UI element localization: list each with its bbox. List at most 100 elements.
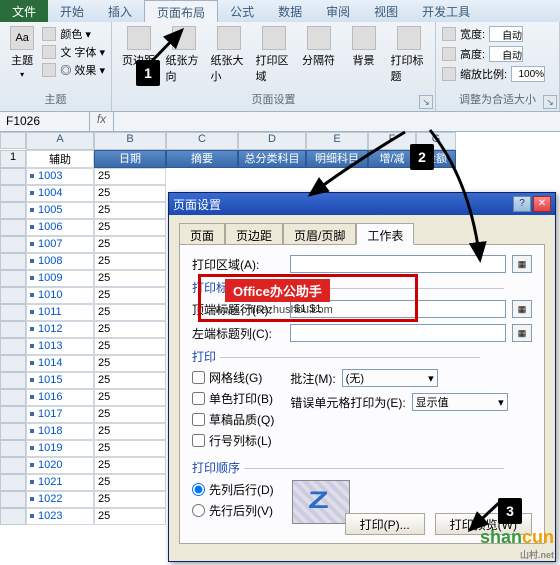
page-setup-dialog-launcher[interactable]: ↘ [419, 95, 433, 109]
formula-input[interactable] [114, 112, 560, 131]
size-button[interactable]: 纸张大小 [211, 26, 247, 89]
cell[interactable]: 1023 [26, 508, 94, 525]
tab-review[interactable]: 审阅 [314, 0, 362, 22]
cell[interactable]: 25 [94, 168, 166, 185]
cell[interactable]: 1019 [26, 440, 94, 457]
print-area-input[interactable] [290, 255, 506, 273]
fx-button[interactable]: fx [90, 112, 114, 131]
cell[interactable]: 1020 [26, 457, 94, 474]
row-header[interactable] [0, 236, 26, 253]
row-header[interactable] [0, 168, 26, 185]
cell[interactable]: 1008 [26, 253, 94, 270]
bw-checkbox[interactable] [192, 392, 205, 405]
errors-combo[interactable]: 显示值▾ [412, 393, 508, 411]
row-header[interactable] [0, 406, 26, 423]
dialog-close-button[interactable]: ✕ [533, 196, 551, 212]
cell[interactable]: 25 [94, 440, 166, 457]
col-header-d[interactable]: D [238, 132, 306, 150]
comments-combo[interactable]: (无)▾ [342, 369, 438, 387]
col-header-a[interactable]: A [26, 132, 94, 150]
scale-input[interactable] [511, 66, 545, 82]
row-header[interactable] [0, 304, 26, 321]
cell[interactable]: 1014 [26, 355, 94, 372]
draft-checkbox[interactable] [192, 413, 205, 426]
cell[interactable]: 1005 [26, 202, 94, 219]
dlg-tab-headerfooter[interactable]: 页眉/页脚 [283, 223, 356, 245]
background-button[interactable]: 背景 [346, 26, 382, 89]
tab-page-layout[interactable]: 页面布局 [144, 0, 218, 22]
effects-button[interactable]: ◎ 效果 ▾ [42, 62, 105, 78]
orientation-button[interactable]: 纸张方向 [166, 26, 202, 89]
row-header[interactable] [0, 474, 26, 491]
fonts-button[interactable]: 文 字体 ▾ [42, 44, 105, 60]
cell[interactable]: 25 [94, 338, 166, 355]
cell[interactable]: 1022 [26, 491, 94, 508]
breaks-button[interactable]: 分隔符 [301, 26, 337, 89]
row-header[interactable] [0, 287, 26, 304]
cell[interactable]: 1007 [26, 236, 94, 253]
tab-developer[interactable]: 开发工具 [410, 0, 482, 22]
header-detail[interactable]: 明细科目 [306, 150, 368, 168]
col-header-f[interactable]: F [368, 132, 416, 150]
cell[interactable]: 1010 [26, 287, 94, 304]
row-header[interactable] [0, 457, 26, 474]
dlg-tab-margins[interactable]: 页边距 [225, 223, 283, 245]
rowcol-checkbox[interactable] [192, 434, 205, 447]
print-area-ref-button[interactable]: ▦ [512, 255, 532, 273]
tab-view[interactable]: 视图 [362, 0, 410, 22]
height-input[interactable] [489, 46, 523, 62]
cell[interactable]: 1009 [26, 270, 94, 287]
row-header[interactable] [0, 338, 26, 355]
row-header[interactable] [0, 202, 26, 219]
tab-file[interactable]: 文件 [0, 0, 48, 22]
header-account[interactable]: 总分类科目 [238, 150, 306, 168]
select-all-corner[interactable] [0, 132, 26, 149]
order-down-radio[interactable] [192, 483, 205, 496]
cell[interactable]: 1013 [26, 338, 94, 355]
left-cols-ref-button[interactable]: ▦ [512, 324, 532, 342]
dialog-titlebar[interactable]: 页面设置 ? ✕ [169, 193, 555, 215]
cell[interactable]: 25 [94, 185, 166, 202]
cell[interactable]: 1015 [26, 372, 94, 389]
gridlines-checkbox[interactable] [192, 371, 205, 384]
row-header-1[interactable]: 1 [0, 150, 26, 168]
cell[interactable]: 25 [94, 287, 166, 304]
cell[interactable]: 25 [94, 372, 166, 389]
cell[interactable]: 1017 [26, 406, 94, 423]
left-cols-input[interactable] [290, 324, 506, 342]
tab-formulas[interactable]: 公式 [218, 0, 266, 22]
cell[interactable]: 25 [94, 236, 166, 253]
dlg-tab-page[interactable]: 页面 [179, 223, 225, 245]
order-over-radio[interactable] [192, 504, 205, 517]
cell[interactable]: 25 [94, 406, 166, 423]
cell[interactable]: 1011 [26, 304, 94, 321]
cell[interactable]: 25 [94, 202, 166, 219]
cell[interactable]: 25 [94, 270, 166, 287]
col-header-b[interactable]: B [94, 132, 166, 150]
cell[interactable]: 25 [94, 321, 166, 338]
row-header[interactable] [0, 372, 26, 389]
row-header[interactable] [0, 321, 26, 338]
row-header[interactable] [0, 491, 26, 508]
row-header[interactable] [0, 185, 26, 202]
cell[interactable]: 1004 [26, 185, 94, 202]
cell[interactable]: 25 [94, 474, 166, 491]
header-incdec[interactable]: 增/减 [368, 150, 416, 168]
cell[interactable]: 25 [94, 457, 166, 474]
cell[interactable]: 25 [94, 423, 166, 440]
cell[interactable]: 1016 [26, 389, 94, 406]
header-summary[interactable]: 摘要 [166, 150, 238, 168]
col-header-c[interactable]: C [166, 132, 238, 150]
row-header[interactable] [0, 440, 26, 457]
row-header[interactable] [0, 389, 26, 406]
dlg-tab-sheet[interactable]: 工作表 [356, 223, 414, 245]
cell[interactable]: 1006 [26, 219, 94, 236]
cell[interactable]: 1021 [26, 474, 94, 491]
name-box[interactable]: F1026 [0, 112, 90, 131]
dialog-help-button[interactable]: ? [513, 196, 531, 212]
tab-insert[interactable]: 插入 [96, 0, 144, 22]
width-input[interactable] [489, 26, 523, 42]
scale-dialog-launcher[interactable]: ↘ [543, 95, 557, 109]
row-header[interactable] [0, 508, 26, 525]
print-titles-button[interactable]: 打印标题 [391, 26, 427, 89]
